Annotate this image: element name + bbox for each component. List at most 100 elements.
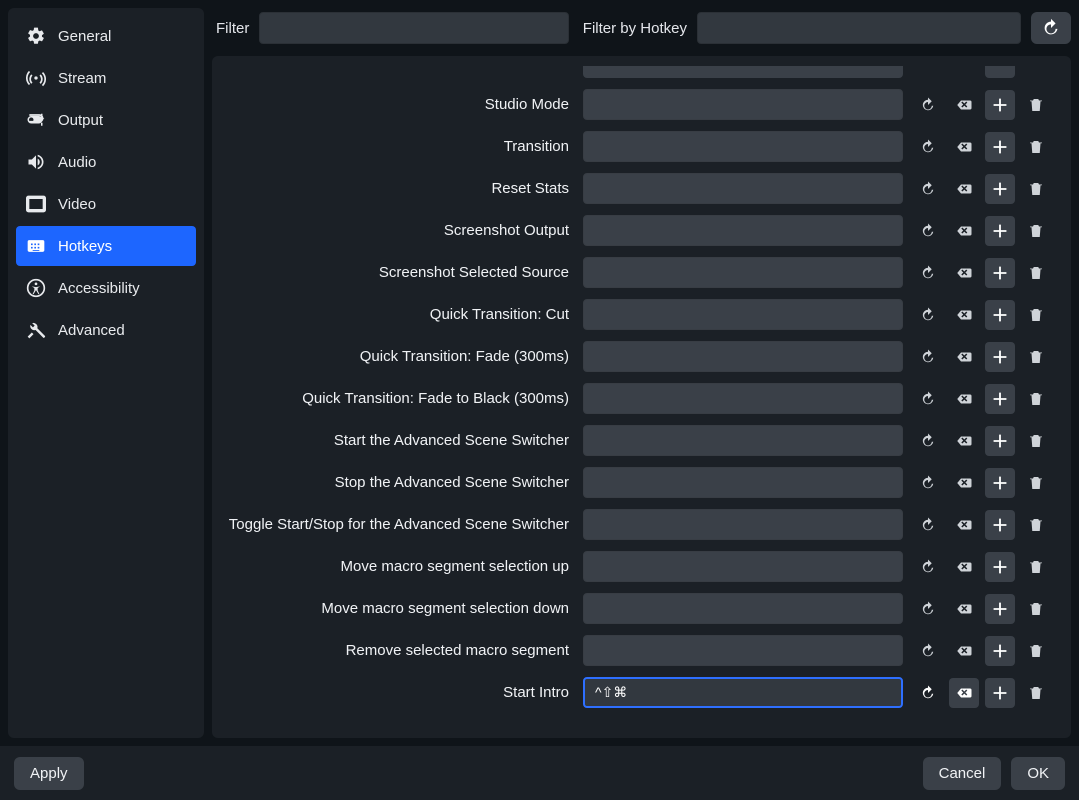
sidebar-item-video[interactable]: Video bbox=[16, 184, 196, 224]
filter-hotkey-input[interactable] bbox=[697, 12, 1021, 44]
add-hotkey-button[interactable] bbox=[985, 426, 1015, 456]
remove-hotkey-button[interactable] bbox=[1021, 636, 1051, 666]
hotkey-input[interactable] bbox=[583, 467, 903, 498]
hotkey-input[interactable] bbox=[583, 383, 903, 414]
trash-icon bbox=[1027, 264, 1045, 282]
ok-button[interactable]: OK bbox=[1011, 757, 1065, 790]
revert-hotkey-button[interactable] bbox=[913, 258, 943, 288]
add-hotkey-button[interactable] bbox=[985, 636, 1015, 666]
revert-hotkey-button[interactable] bbox=[913, 552, 943, 582]
hotkey-input[interactable] bbox=[583, 299, 903, 330]
hotkey-input[interactable] bbox=[583, 425, 903, 456]
revert-hotkey-button[interactable] bbox=[913, 216, 943, 246]
remove-hotkey-button[interactable] bbox=[1021, 90, 1051, 120]
remove-hotkey-button[interactable] bbox=[1021, 468, 1051, 498]
add-hotkey-button[interactable] bbox=[985, 552, 1015, 582]
revert-hotkey-button[interactable] bbox=[913, 174, 943, 204]
add-hotkey-button[interactable] bbox=[985, 594, 1015, 624]
clear-hotkey-button[interactable] bbox=[949, 258, 979, 288]
hotkey-input[interactable] bbox=[583, 341, 903, 372]
add-hotkey-button[interactable] bbox=[985, 216, 1015, 246]
remove-hotkey-button[interactable] bbox=[1021, 132, 1051, 162]
hotkey-input[interactable] bbox=[583, 173, 903, 204]
backspace-icon bbox=[955, 222, 973, 240]
clear-hotkey-button[interactable] bbox=[949, 510, 979, 540]
filter-input[interactable] bbox=[259, 12, 568, 44]
revert-hotkey-button[interactable] bbox=[913, 678, 943, 708]
sidebar-item-general[interactable]: General bbox=[16, 16, 196, 56]
undo-icon bbox=[919, 684, 937, 702]
clear-hotkey-button[interactable] bbox=[949, 132, 979, 162]
clear-hotkey-button[interactable] bbox=[949, 426, 979, 456]
sidebar-item-stream[interactable]: Stream bbox=[16, 58, 196, 98]
hotkey-input[interactable] bbox=[583, 131, 903, 162]
clear-hotkey-button[interactable] bbox=[949, 384, 979, 414]
sidebar-item-output[interactable]: Output bbox=[16, 100, 196, 140]
clear-hotkey-button[interactable] bbox=[949, 594, 979, 624]
hotkey-input-partial[interactable] bbox=[583, 66, 903, 78]
clear-hotkey-button[interactable] bbox=[949, 468, 979, 498]
revert-hotkey-button[interactable] bbox=[913, 90, 943, 120]
revert-hotkey-button[interactable] bbox=[913, 636, 943, 666]
revert-hotkey-button[interactable] bbox=[913, 426, 943, 456]
remove-hotkey-button[interactable] bbox=[1021, 300, 1051, 330]
filter-label: Filter bbox=[212, 20, 249, 37]
add-hotkey-button[interactable] bbox=[985, 300, 1015, 330]
remove-hotkey-button[interactable] bbox=[1021, 216, 1051, 246]
clear-hotkey-button[interactable] bbox=[949, 90, 979, 120]
add-hotkey-button[interactable] bbox=[985, 90, 1015, 120]
hotkey-input[interactable] bbox=[583, 215, 903, 246]
add-hotkey-button[interactable] bbox=[985, 174, 1015, 204]
keyboard-icon bbox=[26, 236, 46, 256]
sidebar-item-hotkeys[interactable]: Hotkeys bbox=[16, 226, 196, 266]
remove-hotkey-button[interactable] bbox=[1021, 258, 1051, 288]
hotkey-input[interactable] bbox=[583, 257, 903, 288]
undo-icon bbox=[919, 600, 937, 618]
plus-icon bbox=[989, 346, 1011, 368]
clear-hotkey-button[interactable] bbox=[949, 300, 979, 330]
add-hotkey-button[interactable] bbox=[985, 510, 1015, 540]
remove-hotkey-button[interactable] bbox=[1021, 552, 1051, 582]
hotkey-input[interactable] bbox=[583, 677, 903, 708]
hotkey-input[interactable] bbox=[583, 593, 903, 624]
remove-hotkey-button[interactable] bbox=[1021, 510, 1051, 540]
cancel-button[interactable]: Cancel bbox=[923, 757, 1002, 790]
add-hotkey-button[interactable] bbox=[985, 678, 1015, 708]
clear-hotkey-button[interactable] bbox=[949, 174, 979, 204]
sidebar-item-accessibility[interactable]: Accessibility bbox=[16, 268, 196, 308]
clear-hotkey-button[interactable] bbox=[949, 636, 979, 666]
add-hotkey-button[interactable] bbox=[985, 468, 1015, 498]
revert-hotkey-button[interactable] bbox=[913, 468, 943, 498]
clear-hotkey-button[interactable] bbox=[949, 342, 979, 372]
remove-hotkey-button[interactable] bbox=[1021, 426, 1051, 456]
hotkey-row: Quick Transition: Cut bbox=[228, 299, 1051, 330]
apply-button[interactable]: Apply bbox=[14, 757, 84, 790]
revert-hotkey-button[interactable] bbox=[913, 384, 943, 414]
remove-hotkey-button[interactable] bbox=[1021, 342, 1051, 372]
revert-hotkey-button[interactable] bbox=[913, 342, 943, 372]
hotkey-scroll[interactable]: Studio ModeTransitionReset StatsScreensh… bbox=[228, 66, 1065, 728]
add-hotkey-button[interactable] bbox=[985, 342, 1015, 372]
add-hotkey-button[interactable] bbox=[985, 258, 1015, 288]
clear-hotkey-button[interactable] bbox=[949, 216, 979, 246]
sidebar-item-audio[interactable]: Audio bbox=[16, 142, 196, 182]
add-hotkey-button[interactable] bbox=[985, 132, 1015, 162]
revert-hotkey-button[interactable] bbox=[913, 132, 943, 162]
add-hotkey-button[interactable] bbox=[985, 384, 1015, 414]
hotkey-input[interactable] bbox=[583, 551, 903, 582]
sidebar-item-advanced[interactable]: Advanced bbox=[16, 310, 196, 350]
revert-hotkey-button[interactable] bbox=[913, 510, 943, 540]
revert-hotkey-button[interactable] bbox=[913, 594, 943, 624]
clear-hotkey-button[interactable] bbox=[949, 552, 979, 582]
hotkey-row: Start Intro bbox=[228, 677, 1051, 708]
remove-hotkey-button[interactable] bbox=[1021, 174, 1051, 204]
remove-hotkey-button[interactable] bbox=[1021, 594, 1051, 624]
hotkey-input[interactable] bbox=[583, 509, 903, 540]
revert-hotkey-button[interactable] bbox=[913, 300, 943, 330]
reset-filters-button[interactable] bbox=[1031, 12, 1071, 44]
clear-hotkey-button[interactable] bbox=[949, 678, 979, 708]
hotkey-input[interactable] bbox=[583, 89, 903, 120]
remove-hotkey-button[interactable] bbox=[1021, 384, 1051, 414]
remove-hotkey-button[interactable] bbox=[1021, 678, 1051, 708]
hotkey-input[interactable] bbox=[583, 635, 903, 666]
